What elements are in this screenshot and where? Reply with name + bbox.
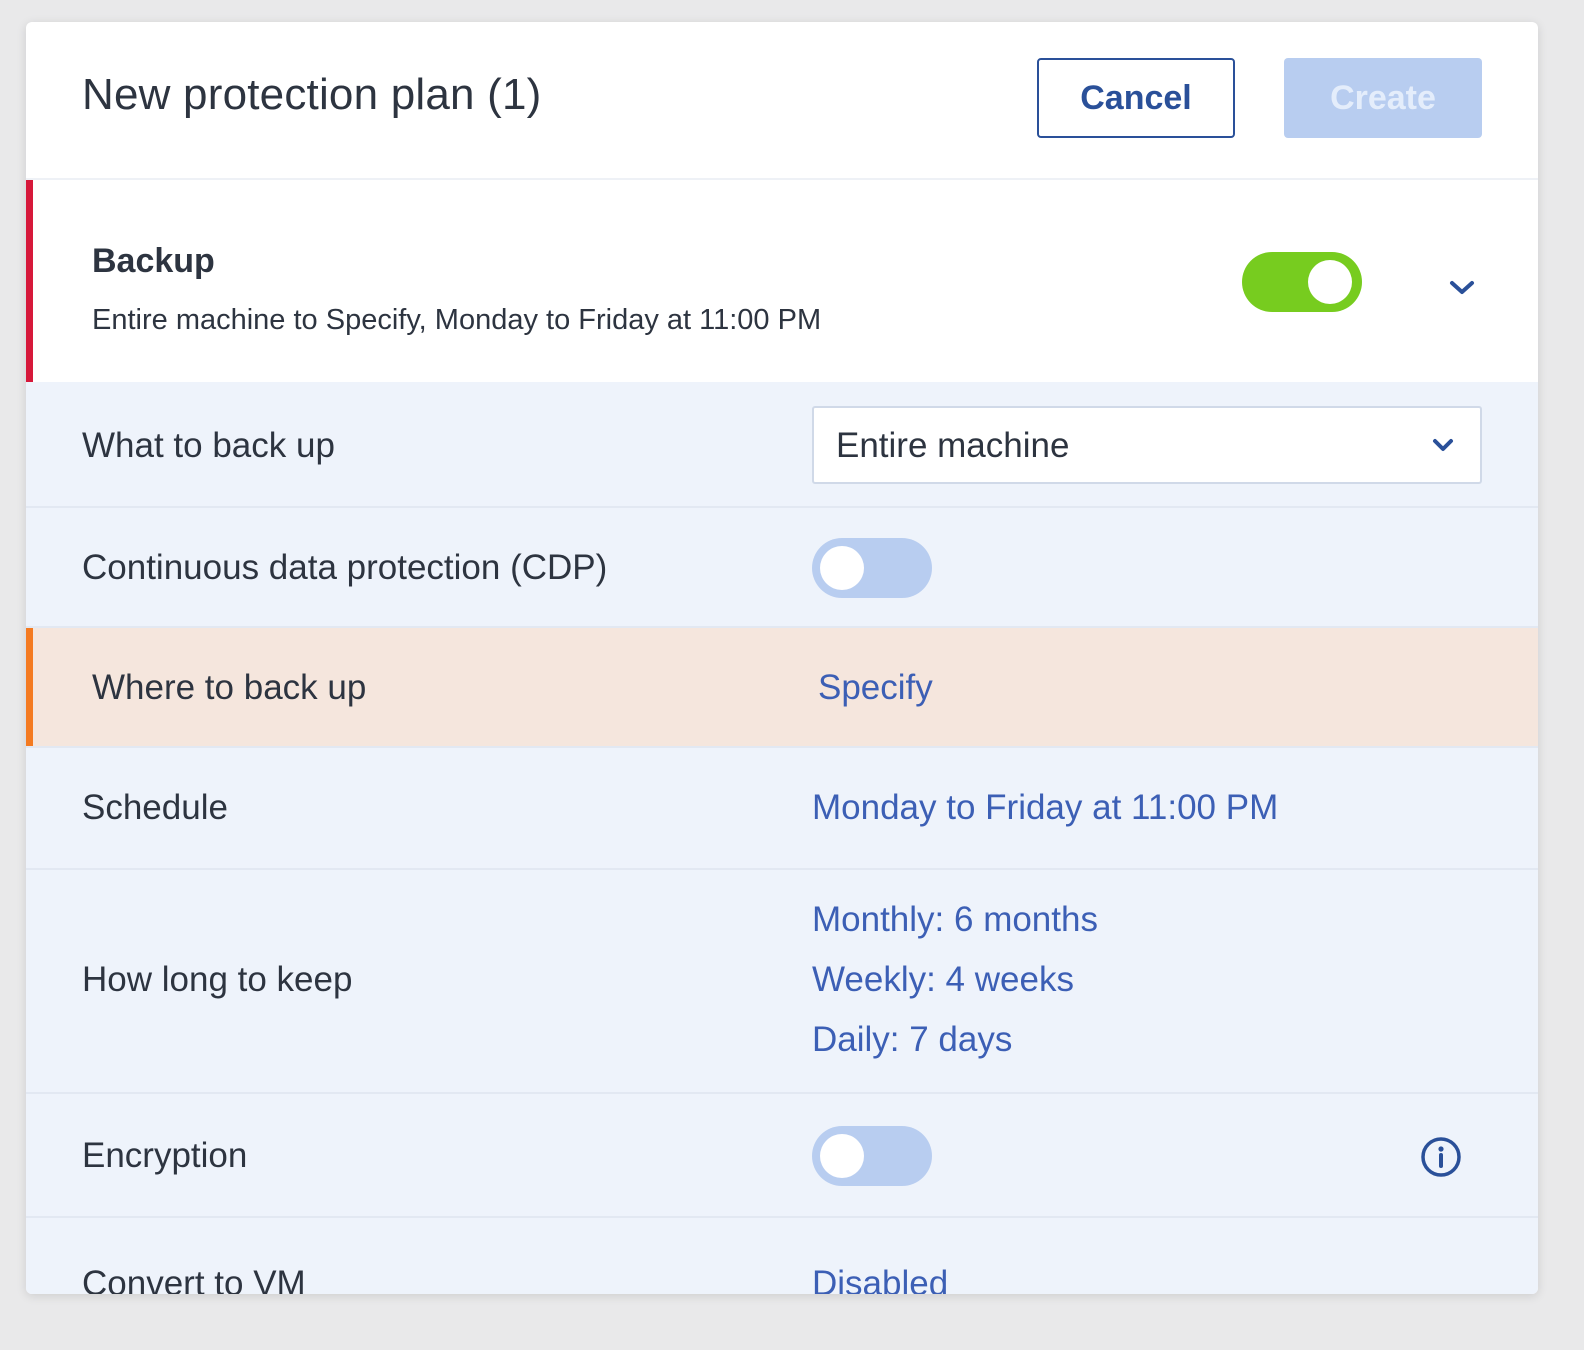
retention-weekly-link[interactable]: Weekly: 4 weeks [812, 960, 1074, 1000]
protection-plan-panel: New protection plan (1) Cancel Create Ba… [26, 22, 1538, 1294]
backup-summary: Entire machine to Specify, Monday to Fri… [92, 304, 822, 336]
how-long-to-keep-label: How long to keep [82, 960, 353, 999]
chevron-down-icon[interactable] [1444, 270, 1480, 306]
what-to-back-up-select[interactable]: Entire machine [812, 406, 1482, 484]
cancel-button[interactable]: Cancel [1037, 58, 1235, 138]
encryption-toggle[interactable] [812, 1126, 932, 1186]
encryption-label: Encryption [82, 1136, 248, 1175]
toggle-knob [820, 546, 864, 590]
where-to-back-up-label: Where to back up [92, 668, 367, 707]
convert-to-vm-link[interactable]: Disabled [812, 1264, 948, 1294]
cdp-toggle[interactable] [812, 538, 932, 598]
info-icon[interactable] [1420, 1136, 1462, 1178]
row-how-long-to-keep: How long to keep Monthly: 6 months Weekl… [26, 870, 1538, 1094]
row-schedule: Schedule Monday to Friday at 11:00 PM [26, 748, 1538, 870]
chevron-down-icon [1433, 439, 1453, 451]
cdp-label: Continuous data protection (CDP) [82, 548, 608, 587]
backup-enabled-toggle[interactable] [1242, 252, 1362, 312]
retention-daily-link[interactable]: Daily: 7 days [812, 1020, 1012, 1060]
where-to-back-up-link[interactable]: Specify [818, 668, 933, 708]
schedule-link[interactable]: Monday to Friday at 11:00 PM [812, 788, 1278, 828]
row-encryption: Encryption [26, 1094, 1538, 1218]
row-convert-to-vm: Convert to VM Disabled [26, 1218, 1538, 1294]
toggle-knob [820, 1134, 864, 1178]
what-to-back-up-value: Entire machine [836, 426, 1070, 465]
warning-indicator-bar [26, 628, 33, 746]
convert-to-vm-label: Convert to VM [82, 1264, 306, 1294]
toggle-knob [1308, 260, 1352, 304]
error-indicator-bar [26, 180, 33, 382]
panel-header: New protection plan (1) Cancel Create [26, 22, 1538, 180]
row-what-to-back-up: What to back up Entire machine [26, 382, 1538, 508]
backup-settings-list: What to back up Entire machine Continuou… [26, 382, 1538, 1294]
retention-monthly-link[interactable]: Monthly: 6 months [812, 900, 1098, 940]
backup-title: Backup [92, 242, 215, 280]
page-title: New protection plan (1) [82, 70, 542, 119]
schedule-label: Schedule [82, 788, 228, 827]
backup-section-header[interactable]: Backup Entire machine to Specify, Monday… [26, 180, 1538, 382]
what-to-back-up-label: What to back up [82, 426, 335, 465]
row-where-to-back-up[interactable]: Where to back up Specify [26, 628, 1538, 748]
row-cdp: Continuous data protection (CDP) [26, 508, 1538, 628]
create-button[interactable]: Create [1284, 58, 1482, 138]
